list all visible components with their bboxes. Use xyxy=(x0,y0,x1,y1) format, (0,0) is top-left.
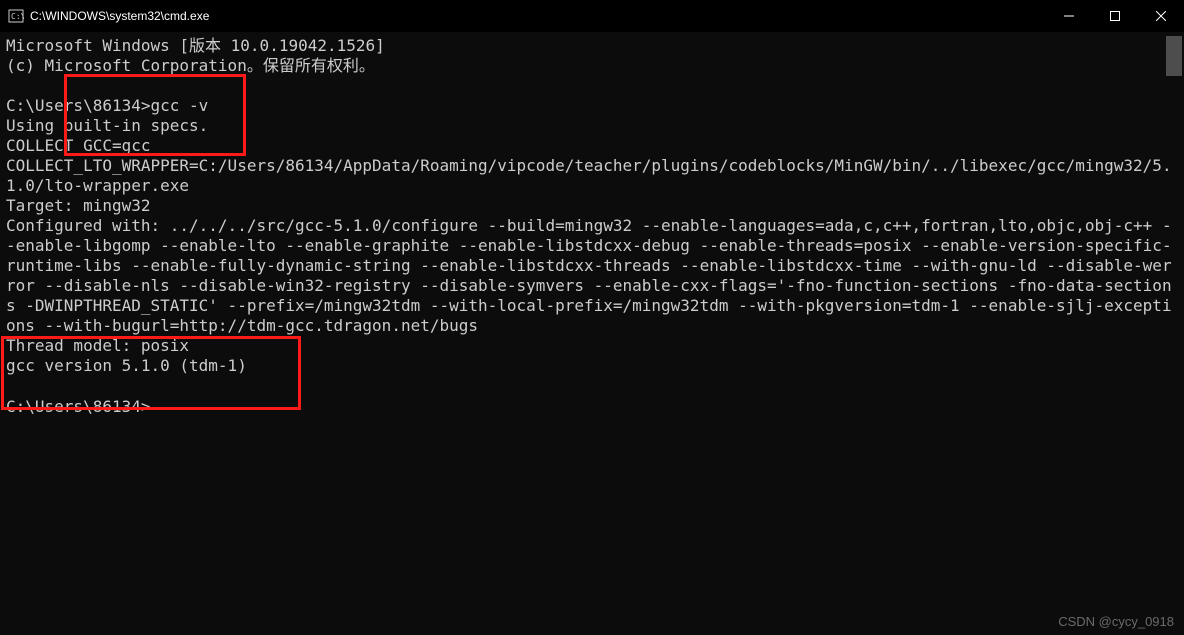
terminal-line: Using built-in specs. xyxy=(6,116,208,135)
terminal-line: COLLECT_LTO_WRAPPER=C:/Users/86134/AppDa… xyxy=(6,156,1172,195)
terminal-prompt: C:\Users\86134> xyxy=(6,397,151,416)
terminal-line: gcc version 5.1.0 (tdm-1) xyxy=(6,356,247,375)
terminal-line: Target: mingw32 xyxy=(6,196,151,215)
maximize-button[interactable] xyxy=(1092,0,1138,32)
terminal-line: Microsoft Windows [版本 10.0.19042.1526] xyxy=(6,36,385,55)
minimize-button[interactable] xyxy=(1046,0,1092,32)
scrollbar-thumb[interactable] xyxy=(1166,36,1182,76)
terminal-line: COLLECT_GCC=gcc xyxy=(6,136,151,155)
titlebar: C:\ C:\WINDOWS\system32\cmd.exe xyxy=(0,0,1184,32)
terminal-output[interactable]: Microsoft Windows [版本 10.0.19042.1526] (… xyxy=(0,32,1184,635)
terminal-line: C:\Users\86134>gcc -v xyxy=(6,96,208,115)
titlebar-left: C:\ C:\WINDOWS\system32\cmd.exe xyxy=(0,8,209,24)
svg-text:C:\: C:\ xyxy=(11,12,24,21)
cursor xyxy=(151,396,159,412)
terminal-line: Thread model: posix xyxy=(6,336,189,355)
window-title: C:\WINDOWS\system32\cmd.exe xyxy=(30,9,209,23)
close-button[interactable] xyxy=(1138,0,1184,32)
terminal-line: (c) Microsoft Corporation。保留所有权利。 xyxy=(6,56,375,75)
terminal-line: Configured with: ../../../src/gcc-5.1.0/… xyxy=(6,216,1172,335)
window-controls xyxy=(1046,0,1184,32)
watermark: CSDN @cycy_0918 xyxy=(1058,614,1174,629)
cmd-icon: C:\ xyxy=(8,8,24,24)
